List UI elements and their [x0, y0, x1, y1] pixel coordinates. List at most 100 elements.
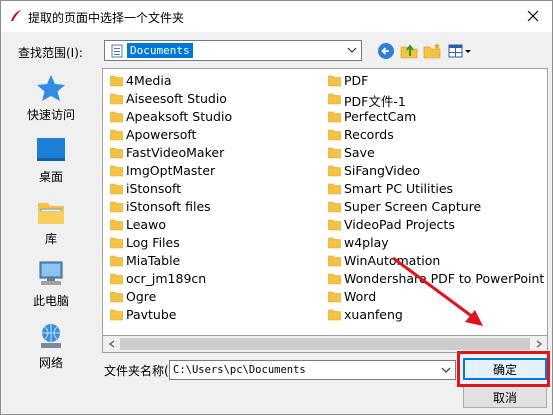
place-library[interactable]: 库	[7, 191, 95, 253]
folder-name: Word	[344, 289, 377, 304]
app-logo-icon	[11, 10, 21, 21]
folder-icon	[328, 309, 341, 321]
folder-name: Save	[344, 145, 375, 160]
place-this-pc[interactable]: 此电脑	[7, 253, 95, 315]
back-icon[interactable]	[376, 41, 396, 61]
folder-name-combo[interactable]	[169, 360, 456, 380]
up-folder-icon[interactable]	[399, 41, 419, 61]
folder-name: Leawo	[126, 217, 166, 232]
folder-item[interactable]: Save	[324, 144, 547, 162]
folder-item[interactable]: WinAutomation	[324, 252, 547, 270]
folder-name: w4play	[344, 235, 389, 250]
folder-icon	[328, 255, 341, 267]
folder-item[interactable]: Wondershare PDF to PowerPoint	[324, 270, 547, 288]
cancel-button[interactable]: 取消	[463, 386, 547, 408]
folder-item[interactable]: 4Media	[106, 72, 321, 90]
folder-item[interactable]: FastVideoMaker	[106, 144, 321, 162]
folder-item[interactable]: Pavtube	[106, 306, 321, 324]
folder-name: Pavtube	[126, 307, 177, 322]
folder-icon	[328, 183, 341, 195]
folder-icon	[328, 147, 341, 159]
folder-item[interactable]: PerfectCam	[324, 108, 547, 126]
horizontal-scrollbar[interactable]	[102, 336, 548, 353]
new-folder-icon[interactable]	[422, 41, 442, 61]
desktop-icon	[37, 138, 65, 161]
folder-icon	[328, 237, 341, 249]
folder-item[interactable]: Aiseesoft Studio	[106, 90, 321, 108]
folder-item[interactable]: PDF文件-1	[324, 90, 547, 109]
folder-name: Ogre	[126, 289, 157, 304]
folder-item[interactable]: MiaTable	[106, 252, 321, 270]
chevron-left-icon	[108, 340, 114, 348]
documents-folder-icon	[111, 44, 123, 58]
folder-name: Smart PC Utilities	[344, 181, 454, 196]
folder-name: ImgOptMaster	[126, 163, 216, 178]
place-desktop[interactable]: 桌面	[7, 129, 95, 191]
folder-icon	[110, 75, 123, 87]
folder-item[interactable]: ocr_jm189cn	[106, 270, 321, 288]
folder-item[interactable]: Log Files	[106, 234, 321, 252]
folder-icon	[110, 165, 123, 177]
chevron-down-icon[interactable]	[440, 364, 452, 376]
network-icon	[41, 324, 61, 348]
folder-item[interactable]: w4play	[324, 234, 547, 252]
folder-icon	[110, 201, 123, 213]
close-button[interactable]	[520, 5, 546, 27]
library-icon	[38, 203, 64, 224]
view-menu-icon[interactable]	[447, 41, 473, 61]
place-network[interactable]: 网络	[7, 315, 95, 377]
folder-icon	[110, 291, 123, 303]
current-folder-value: Documents	[126, 42, 194, 59]
ok-button[interactable]: 确定	[463, 358, 547, 380]
folder-item[interactable]: Smart PC Utilities	[324, 180, 547, 198]
scrollbar-thumb[interactable]	[120, 338, 530, 350]
folder-item[interactable]: Word	[324, 288, 547, 306]
folder-icon	[110, 255, 123, 267]
folder-name: WinAutomation	[344, 253, 441, 268]
folder-item[interactable]: VideoPad Projects	[324, 216, 547, 234]
folder-item[interactable]: ImgOptMaster	[106, 162, 321, 180]
folder-name: Records	[344, 127, 394, 142]
folder-item[interactable]: Apowersoft	[106, 126, 321, 144]
folder-icon	[328, 201, 341, 213]
folder-name-field[interactable]	[173, 362, 433, 378]
folder-name: Log Files	[126, 235, 180, 250]
folder-name: Aiseesoft Studio	[126, 91, 227, 106]
folder-item[interactable]: Leawo	[106, 216, 321, 234]
folder-icon	[328, 219, 341, 231]
folder-name: Wondershare PDF to PowerPoint	[344, 271, 545, 286]
look-in-dropdown[interactable]: Documents	[104, 40, 362, 61]
folder-icon	[110, 111, 123, 123]
folder-item[interactable]: PDF	[324, 72, 547, 90]
places-bar: 快速访问 桌面 库 此电脑 网络	[7, 67, 95, 377]
folder-item[interactable]: Apeaksoft Studio	[106, 108, 321, 126]
window-title: 提取的页面中选择一个文件夹	[28, 11, 185, 25]
folder-list[interactable]: 4Media Aiseesoft Studio Apeaksoft Studio Ap…	[102, 68, 548, 336]
folder-icon	[328, 93, 341, 105]
folder-item[interactable]: Records	[324, 126, 547, 144]
scroll-right-button[interactable]	[530, 336, 547, 352]
star-icon	[37, 75, 65, 101]
place-label: 网络	[38, 356, 63, 370]
folder-icon	[328, 165, 341, 177]
folder-name: PerfectCam	[344, 109, 417, 124]
folder-icon	[110, 237, 123, 249]
folder-item[interactable]: xuanfeng	[324, 306, 547, 324]
folder-icon	[110, 309, 123, 321]
folder-item[interactable]: iStonsoft	[106, 180, 321, 198]
scroll-left-button[interactable]	[103, 336, 120, 352]
place-quick-access[interactable]: 快速访问	[7, 67, 95, 129]
folder-item[interactable]: SiFangVideo	[324, 162, 547, 180]
folder-icon	[110, 273, 123, 285]
folder-item[interactable]: Ogre	[106, 288, 321, 306]
title-bar: 提取的页面中选择一个文件夹	[1, 1, 552, 32]
chevron-down-icon[interactable]	[346, 44, 358, 56]
folder-name: iStonsoft files	[126, 199, 211, 214]
folder-item[interactable]: iStonsoft files	[106, 198, 321, 216]
computer-icon	[39, 261, 63, 285]
folder-name: PDF	[344, 73, 369, 88]
close-icon	[527, 10, 539, 22]
folder-name: Apeaksoft Studio	[126, 109, 233, 124]
folder-item[interactable]: Super Screen Capture	[324, 198, 547, 216]
folder-name: 4Media	[126, 73, 172, 88]
